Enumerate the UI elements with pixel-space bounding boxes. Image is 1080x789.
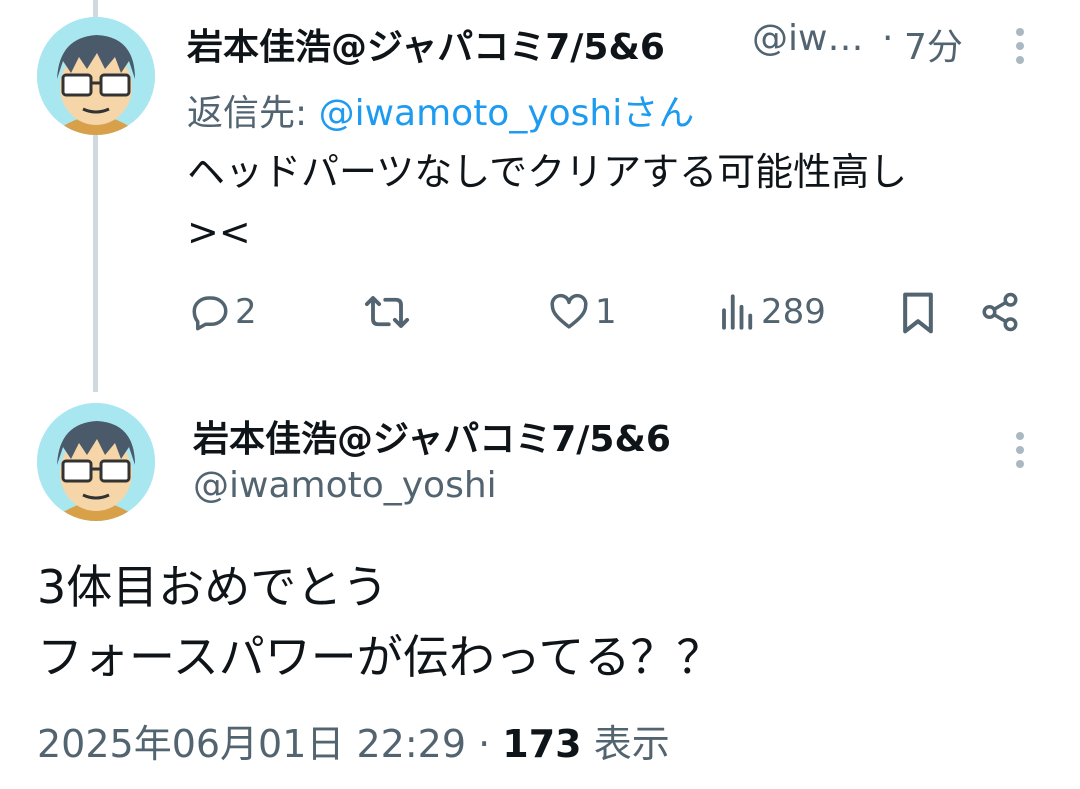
bookmark-icon <box>903 292 933 334</box>
tweet-text-line2: >< <box>187 210 251 254</box>
avatar-illustration <box>37 17 155 135</box>
tweet-meta: 2025年06月01日 22:29 · 173 表示 <box>37 713 670 768</box>
view-count: 173 <box>502 722 582 766</box>
tweet-text-line1: ヘッドパーツなしでクリアする可能性高し <box>187 150 908 194</box>
replying-to-suffix: さん <box>622 93 695 134</box>
more-options-icon[interactable] <box>1016 432 1024 468</box>
heart-icon <box>550 293 588 329</box>
author-handle[interactable]: @iw… <box>752 18 863 59</box>
reply-icon <box>192 296 228 331</box>
view-count: 289 <box>761 292 826 332</box>
separator-dot: · <box>478 722 491 766</box>
like-button[interactable]: 1 <box>547 291 617 333</box>
views-icon <box>722 294 753 330</box>
time-ago[interactable]: 7分 <box>904 18 963 70</box>
retweet-icon <box>364 296 410 328</box>
share-button[interactable] <box>979 291 1021 333</box>
avatar[interactable] <box>37 403 155 521</box>
tweet-text-line2: フォースパワーが伝わってる？？ <box>37 630 723 684</box>
avatar[interactable] <box>37 17 155 135</box>
view-label: 表示 <box>593 722 670 766</box>
retweet-button[interactable] <box>364 291 410 333</box>
replying-to-label: 返信先: <box>187 93 308 134</box>
author-name[interactable]: 岩本佳浩@ジャパコミ7/5&6 <box>187 18 665 70</box>
author-handle[interactable]: @iwamoto_yoshi <box>193 465 497 506</box>
views-button[interactable]: 289 <box>719 291 826 333</box>
more-options-icon[interactable] <box>1016 28 1024 64</box>
like-count: 1 <box>595 292 617 332</box>
author-name[interactable]: 岩本佳浩@ジャパコミ7/5&6 <box>193 410 671 462</box>
bookmark-button[interactable] <box>899 291 937 335</box>
reply-button[interactable]: 2 <box>189 291 257 333</box>
tweet-text-line1: 3体目おめでとう <box>37 560 389 614</box>
replying-to-handle-link[interactable]: @iwamoto_yoshi <box>319 93 623 134</box>
share-icon <box>982 292 1018 332</box>
timestamp[interactable]: 2025年06月01日 22:29 <box>37 722 466 766</box>
replying-to: 返信先: @iwamoto_yoshiさん <box>187 84 694 136</box>
reply-count: 2 <box>235 292 257 332</box>
separator-dot: · <box>882 18 894 59</box>
avatar-illustration <box>37 403 155 521</box>
